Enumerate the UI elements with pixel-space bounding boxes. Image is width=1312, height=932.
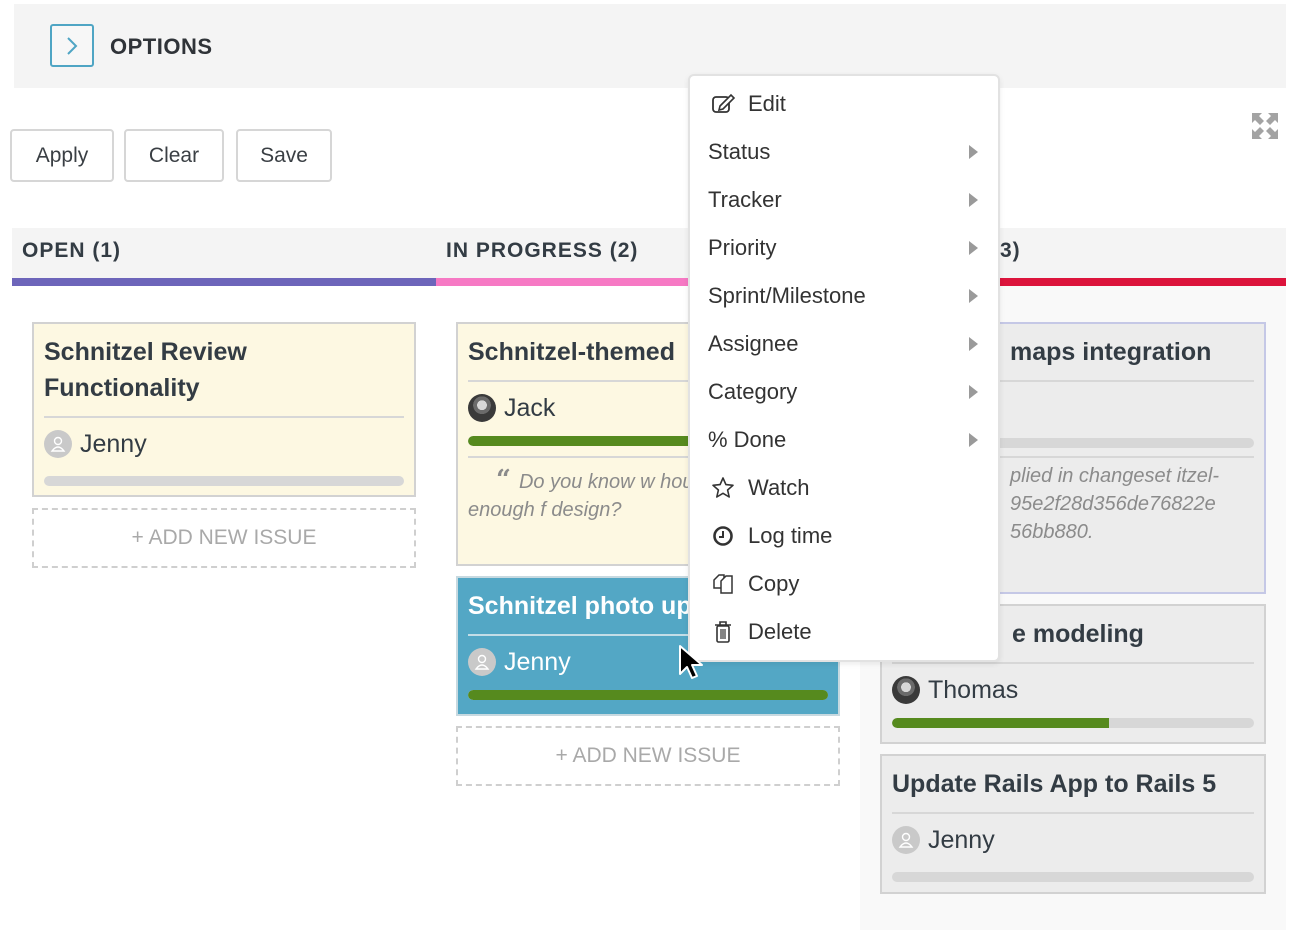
column-header-open: OPEN (1): [12, 228, 436, 286]
clear-button[interactable]: Clear: [124, 129, 224, 182]
menu-item-priority[interactable]: Priority: [690, 226, 998, 270]
clock-icon: [710, 524, 736, 548]
chevron-right-icon: [67, 36, 78, 55]
divider: [892, 662, 1254, 664]
assignee: Thomas: [892, 674, 1254, 706]
assignee-name: Jenny: [80, 429, 147, 458]
mouse-cursor-icon: [679, 645, 703, 679]
trash-icon: [710, 620, 736, 644]
avatar-photo: [468, 394, 496, 422]
copy-icon: [710, 572, 736, 596]
progress-bar: [892, 872, 1254, 882]
assignee: Jenny: [44, 428, 404, 460]
column-color-bar: [12, 278, 436, 286]
menu-item-tracker[interactable]: Tracker: [690, 178, 998, 222]
column-title: 3): [1000, 239, 1021, 262]
issue-card[interactable]: Schnitzel Review Functionality Jenny: [32, 322, 416, 497]
progress-fill: [892, 718, 1110, 728]
avatar-placeholder-icon: [44, 430, 72, 458]
menu-item-sprint-milestone[interactable]: Sprint/Milestone: [690, 274, 998, 318]
submenu-arrow-icon: [969, 241, 978, 255]
avatar-placeholder-icon: [468, 648, 496, 676]
submenu-arrow-icon: [969, 385, 978, 399]
assignee-name: Jenny: [928, 825, 995, 854]
assignee-name: Thomas: [928, 675, 1019, 704]
assignee-name: Jenny: [504, 647, 571, 676]
context-menu: Edit Status Tracker Priority Sprint/Mile…: [688, 74, 1000, 662]
issue-title[interactable]: Update Rails App to Rails 5: [892, 766, 1254, 802]
menu-item-assignee[interactable]: Assignee: [690, 322, 998, 366]
progress-bar: [44, 476, 404, 486]
quote-icon: “: [496, 465, 511, 495]
assignee-name: Jack: [504, 393, 556, 422]
submenu-arrow-icon: [969, 433, 978, 447]
divider: [44, 416, 404, 418]
menu-item-copy[interactable]: Copy: [690, 562, 998, 606]
submenu-arrow-icon: [969, 289, 978, 303]
submenu-arrow-icon: [969, 193, 978, 207]
progress-bar: [892, 718, 1254, 728]
menu-item-category[interactable]: Category: [690, 370, 998, 414]
issue-title[interactable]: Schnitzel Review Functionality: [44, 334, 404, 406]
edit-icon: [710, 92, 736, 116]
menu-item-watch[interactable]: Watch: [690, 466, 998, 510]
expand-icon: [1252, 113, 1278, 139]
fullscreen-button[interactable]: [1250, 111, 1280, 141]
submenu-arrow-icon: [969, 337, 978, 351]
issue-card[interactable]: Update Rails App to Rails 5 Jenny: [880, 754, 1266, 894]
column-title: IN PROGRESS (2): [446, 239, 639, 262]
progress-bar: [468, 690, 828, 700]
add-new-issue-button[interactable]: + ADD NEW ISSUE: [456, 726, 840, 786]
menu-item-percent-done[interactable]: % Done: [690, 418, 998, 462]
options-toggle-button[interactable]: [50, 24, 94, 67]
assignee: Jenny: [892, 824, 1254, 856]
save-button[interactable]: Save: [236, 129, 332, 182]
menu-item-log-time[interactable]: Log time: [690, 514, 998, 558]
menu-item-edit[interactable]: Edit: [690, 82, 998, 126]
add-new-issue-button[interactable]: + ADD NEW ISSUE: [32, 508, 416, 568]
options-bar: OPTIONS: [14, 4, 1286, 88]
menu-item-delete[interactable]: Delete: [690, 610, 998, 654]
divider: [892, 812, 1254, 814]
avatar-placeholder-icon: [892, 826, 920, 854]
progress-fill: [468, 690, 828, 700]
submenu-arrow-icon: [969, 145, 978, 159]
column-title: OPEN (1): [22, 239, 122, 262]
options-title: OPTIONS: [110, 34, 213, 59]
apply-button[interactable]: Apply: [10, 129, 114, 182]
menu-item-status[interactable]: Status: [690, 130, 998, 174]
avatar-photo: [892, 676, 920, 704]
star-icon: [710, 476, 736, 500]
